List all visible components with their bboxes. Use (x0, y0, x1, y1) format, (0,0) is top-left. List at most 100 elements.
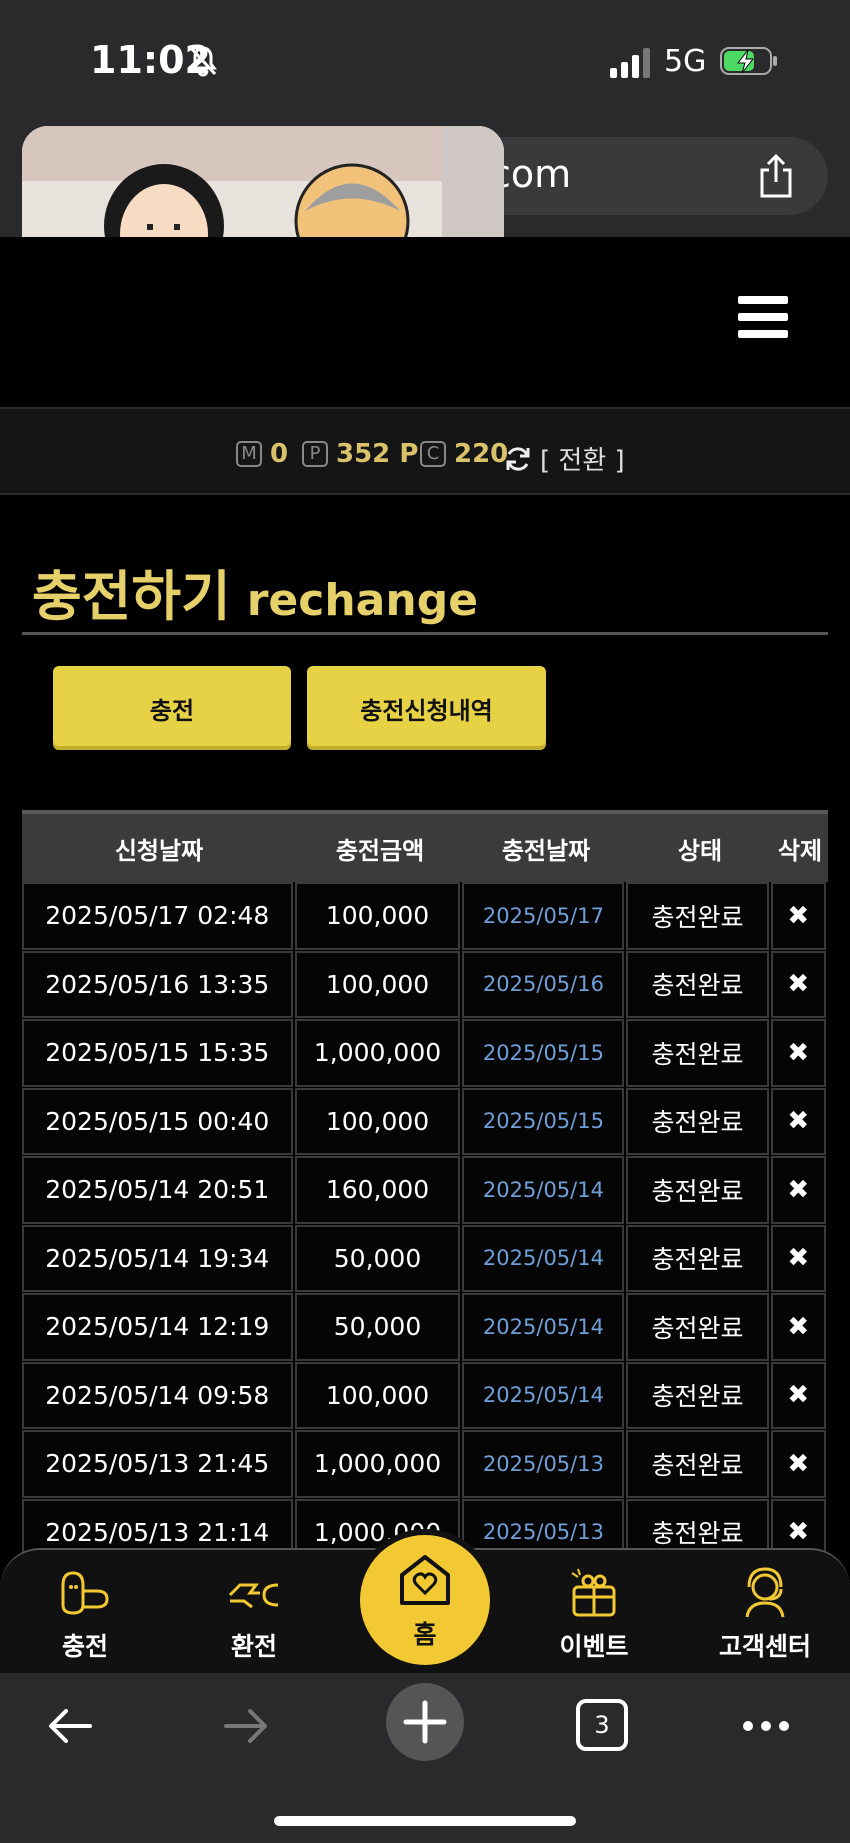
page-title-en: rechange (246, 575, 479, 626)
delete-button[interactable]: ✖ (770, 882, 826, 950)
m-points-value: 0 (270, 439, 289, 469)
request-date-cell: 2025/05/15 00:40 (22, 1087, 293, 1155)
charge-nav-icon (61, 1571, 109, 1615)
table-body: 2025/05/17 02:48 100,000 2025/05/17 충전완료 ✖ 20… (22, 882, 828, 1567)
switch-button[interactable]: [ 전환 ] (504, 440, 625, 477)
request-date-cell: 2025/05/14 09:58 (22, 1361, 293, 1429)
page-title-ko: 충전하기 (32, 565, 231, 628)
amount-cell: 1,000,000 (294, 1019, 461, 1087)
nav-exchange-label[interactable]: 환전 (194, 1627, 314, 1663)
request-date-cell: 2025/05/14 19:34 (22, 1224, 293, 1292)
delete-button[interactable]: ✖ (770, 1430, 826, 1498)
nav-home-label[interactable]: 홈 (413, 1615, 436, 1651)
p-icon: P (302, 441, 328, 467)
charge-history-table: 신청날짜 충전금액 충전날짜 상태 삭제 2025/05/17 02:48 100… (22, 810, 828, 1567)
amount-cell: 100,000 (294, 1361, 461, 1429)
support-agent-icon (745, 1567, 785, 1618)
home-indicator (274, 1816, 576, 1826)
network-type: 5G (664, 44, 707, 79)
amount-cell: 50,000 (294, 1293, 461, 1361)
charge-date-cell: 2025/05/13 (462, 1430, 625, 1498)
app-header (0, 237, 850, 407)
nav-event-label[interactable]: 이벤트 (534, 1627, 654, 1663)
nav-support[interactable]: 고객센터 (705, 1565, 825, 1663)
table-row: 2025/05/16 13:35 100,000 2025/05/16 충전완료 ✖ (22, 950, 828, 1020)
amount-cell: 1,000,000 (294, 1430, 461, 1498)
title-divider (22, 632, 828, 635)
table-header: 신청날짜 충전금액 충전날짜 상태 삭제 (22, 810, 828, 882)
table-row: 2025/05/13 21:45 1,000,000 2025/05/13 충전완료 ✖ (22, 1430, 828, 1499)
delete-button[interactable]: ✖ (770, 1224, 826, 1292)
amount-cell: 160,000 (294, 1156, 461, 1224)
switch-label[interactable]: [ 전환 ] (540, 440, 625, 477)
nav-charge[interactable]: 충전 (25, 1565, 145, 1663)
cellular-signal-icon (610, 48, 650, 78)
header-status: 상태 (677, 836, 723, 865)
request-date-cell: 2025/05/14 20:51 (22, 1156, 293, 1224)
c-points-value: 220 (454, 439, 509, 469)
header-delete: 삭제 (777, 836, 823, 865)
p-points-value: 352 P (336, 439, 419, 469)
table-row: 2025/05/14 19:34 50,000 2025/05/14 충전완료 ✖ (22, 1224, 828, 1294)
menu-icon[interactable] (738, 296, 788, 338)
m-points: M 0 (236, 438, 288, 470)
share-icon[interactable] (756, 154, 796, 198)
charge-date-cell: 2025/05/15 (462, 1087, 625, 1155)
nav-event[interactable]: 이벤트 (534, 1565, 654, 1663)
tabs-count-button[interactable]: 3 (576, 1699, 628, 1751)
forward-arrow-icon[interactable] (218, 1698, 274, 1754)
charge-date-cell: 2025/05/16 (462, 950, 625, 1018)
refresh-icon (506, 446, 530, 471)
request-date-cell: 2025/05/13 21:45 (22, 1430, 293, 1498)
request-date-cell: 2025/05/14 12:19 (22, 1293, 293, 1361)
table-row: 2025/05/14 20:51 160,000 2025/05/14 충전완료 ✖ (22, 1156, 828, 1225)
delete-button[interactable]: ✖ (770, 1087, 826, 1155)
charge-date-cell: 2025/05/14 (462, 1156, 625, 1224)
battery-charging-icon (720, 47, 777, 75)
c-points: C 220 (420, 438, 508, 470)
c-icon: C (420, 441, 446, 467)
status-cell: 충전완료 (626, 1087, 769, 1155)
delete-button[interactable]: ✖ (770, 1019, 826, 1087)
status-cell: 충전완료 (626, 1019, 769, 1087)
p-points: P 352 P (302, 438, 418, 470)
more-options-icon[interactable] (738, 1698, 794, 1754)
status-cell: 충전완료 (626, 950, 769, 1018)
table-row: 2025/05/14 12:19 50,000 2025/05/14 충전완료 ✖ (22, 1293, 828, 1362)
status-cell: 충전완료 (626, 1293, 769, 1361)
nav-support-label[interactable]: 고객센터 (705, 1627, 825, 1663)
nav-home-button[interactable]: 홈 (360, 1535, 490, 1665)
delete-button[interactable]: ✖ (770, 1156, 826, 1224)
status-cell: 충전완료 (626, 1156, 769, 1224)
nav-exchange[interactable]: 환전 (194, 1565, 314, 1663)
table-row: 2025/05/15 00:40 100,000 2025/05/15 충전완료 ✖ (22, 1087, 828, 1157)
request-date-cell: 2025/05/17 02:48 (22, 882, 293, 950)
back-arrow-icon[interactable] (42, 1698, 98, 1754)
status-cell: 충전완료 (626, 1361, 769, 1429)
charge-date-cell: 2025/05/14 (462, 1293, 625, 1361)
delete-button[interactable]: ✖ (770, 1293, 826, 1361)
request-date-cell: 2025/05/15 15:35 (22, 1019, 293, 1087)
gift-nav-icon (571, 1568, 616, 1617)
charge-button[interactable]: 충전 (53, 666, 291, 750)
amount-cell: 100,000 (294, 950, 461, 1018)
exchange-nav-icon (228, 1583, 279, 1609)
header-request-date: 신청날짜 (114, 836, 204, 865)
bell-muted-icon (189, 46, 217, 77)
amount-cell: 100,000 (294, 882, 461, 950)
new-tab-plus-icon[interactable] (386, 1683, 464, 1761)
amount-cell: 100,000 (294, 1087, 461, 1155)
request-date-cell: 2025/05/16 13:35 (22, 950, 293, 1018)
home-heart-icon (400, 1555, 450, 1605)
nav-charge-label[interactable]: 충전 (25, 1627, 145, 1663)
status-cell: 충전완료 (626, 1430, 769, 1498)
charge-history-button[interactable]: 충전신청내역 (307, 666, 546, 750)
header-charge-date: 충전날짜 (501, 836, 591, 865)
page-title: 충전하기 rechange (32, 552, 478, 631)
charge-date-cell: 2025/05/15 (462, 1019, 625, 1087)
delete-button[interactable]: ✖ (770, 1361, 826, 1429)
table-row: 2025/05/14 09:58 100,000 2025/05/14 충전완료 ✖ (22, 1361, 828, 1431)
delete-button[interactable]: ✖ (770, 950, 826, 1018)
header-amount: 충전금액 (335, 836, 425, 865)
charge-date-cell: 2025/05/14 (462, 1224, 625, 1292)
